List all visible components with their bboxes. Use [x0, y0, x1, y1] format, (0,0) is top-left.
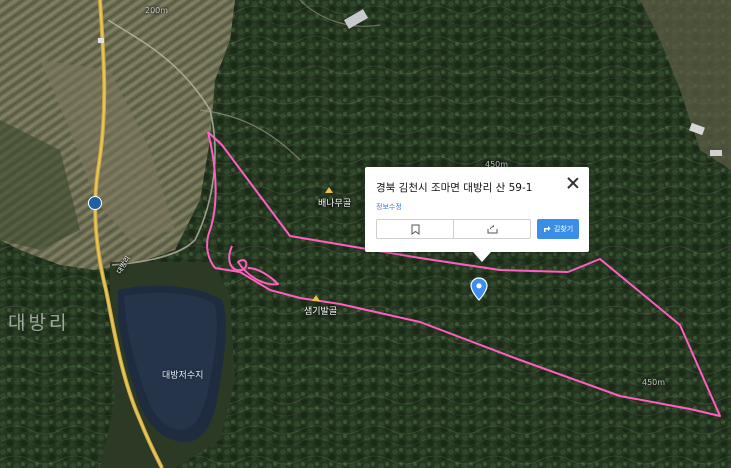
share-icon — [487, 225, 497, 234]
location-pin-icon[interactable] — [470, 277, 488, 301]
peak-icon — [312, 295, 320, 301]
place-label-baenamugol[interactable]: 배나무골 — [318, 196, 351, 209]
bookmark-button[interactable] — [377, 220, 453, 238]
directions-label: 길찾기 — [553, 225, 574, 233]
bookmark-icon — [411, 224, 419, 235]
popup-address: 경북 김천시 조마면 대방리 산 59-1 — [376, 182, 533, 194]
close-icon[interactable] — [567, 177, 579, 189]
share-button[interactable] — [453, 220, 530, 238]
directions-icon — [543, 226, 551, 232]
directions-button[interactable]: 길찾기 — [537, 219, 579, 239]
region-label: 대방리 — [8, 312, 70, 334]
place-label-reservoir[interactable]: 대방저수지 — [162, 368, 203, 381]
popup-action-group — [376, 219, 531, 239]
place-info-popup: 경북 김천시 조마면 대방리 산 59-1 정보수정 길찾기 — [365, 167, 589, 262]
edit-info-link[interactable]: 정보수정 — [376, 202, 402, 212]
satellite-map[interactable]: 배나무골 샘기발골 대방저수지 대방리 200m 450m 450m 대방리 경… — [0, 0, 731, 468]
road-shield-icon — [88, 196, 102, 210]
place-label-saemgisaetgol[interactable]: 샘기발골 — [304, 304, 337, 317]
peak-icon — [325, 187, 333, 193]
contour-label: 200m — [145, 6, 169, 15]
contour-label: 450m — [642, 378, 666, 387]
